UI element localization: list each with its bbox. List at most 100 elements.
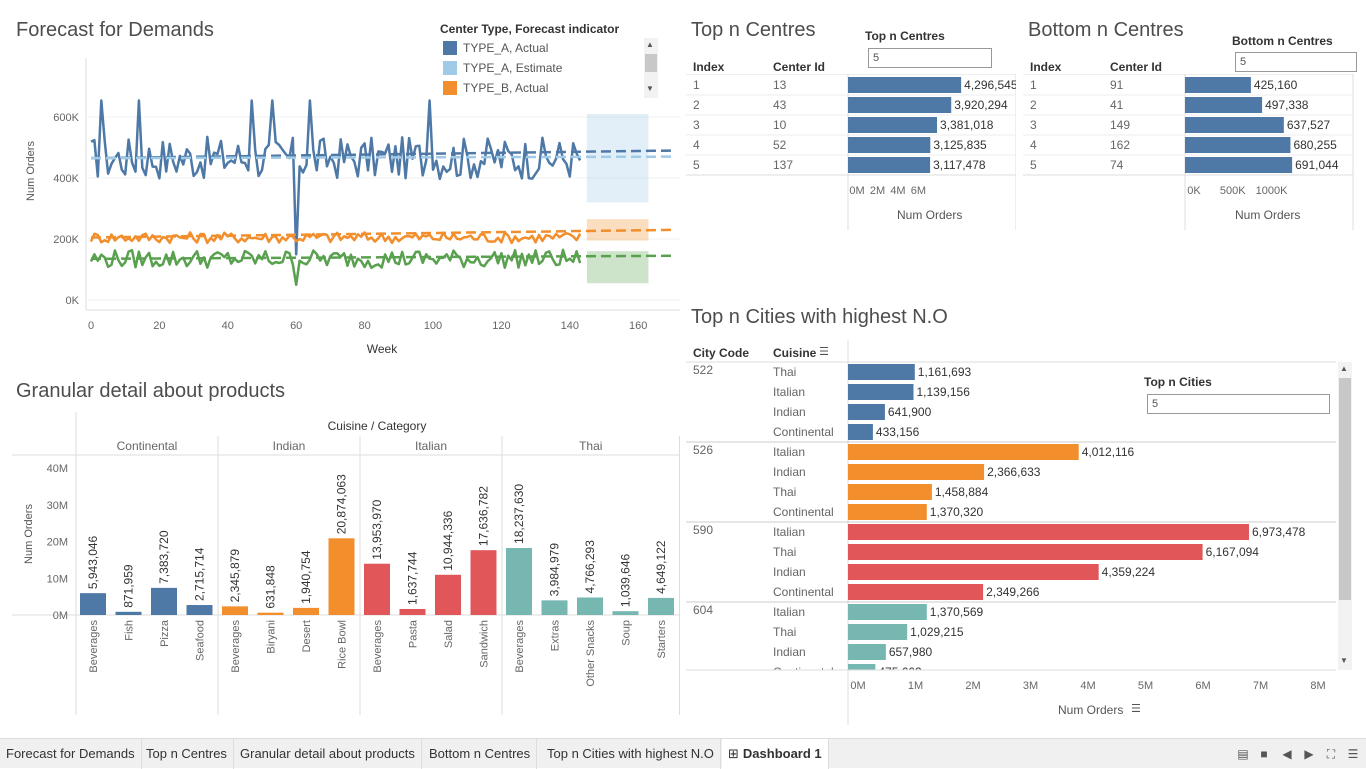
axis-tick-label: 8M <box>1310 680 1325 692</box>
tab-bottom-n-centres[interactable]: Bottom n Centres <box>423 739 538 769</box>
sort-icon[interactable]: ☰ <box>1131 702 1141 715</box>
y-tick-label: 400K <box>53 173 79 185</box>
forecast-legend-title: Center Type, Forecast indicator <box>440 22 620 36</box>
cuisine-cell: Indian <box>773 645 806 659</box>
bottom-centres-param-input[interactable]: 5 <box>1235 52 1357 72</box>
axis-tick-label: 2M <box>965 680 980 692</box>
index-cell: 3 <box>1030 118 1037 132</box>
series-line <box>90 99 582 256</box>
bar <box>470 550 497 615</box>
axis-tick-label: 0K <box>1187 185 1201 197</box>
bar <box>848 524 1249 540</box>
category-label: Pizza <box>159 619 171 647</box>
bar <box>1185 77 1251 93</box>
tab-dashboard-1[interactable]: ⊞ Dashboard 1 <box>722 739 829 769</box>
city-code-cell: 590 <box>693 523 713 537</box>
bar-value-label: 2,349,266 <box>986 585 1040 599</box>
bottom-centres-col-center: Center Id <box>1110 60 1163 74</box>
bar-value-label: 4,649,122 <box>654 540 668 594</box>
bar-value-label: 1,370,320 <box>930 505 984 519</box>
filmstrip-view-icon[interactable]: ▤ <box>1237 748 1249 760</box>
cuisine-cell: Indian <box>773 565 806 579</box>
top-centres-param-label: Top n Centres <box>865 29 945 43</box>
x-tick-label: 100 <box>424 320 442 332</box>
top-centres-title: Top n Centres <box>691 19 816 41</box>
bar <box>848 624 908 640</box>
cuisine-cell: Continental <box>773 425 834 439</box>
cuisine-cell: Thai <box>773 625 796 639</box>
fullscreen-icon[interactable]: ⛶ <box>1325 748 1337 760</box>
center-id-cell: 149 <box>1110 118 1130 132</box>
bar <box>80 593 106 615</box>
bar <box>848 97 952 113</box>
top-centres-param-input[interactable]: 5 <box>868 48 992 68</box>
dashboard-icon: ⊞ <box>728 746 739 761</box>
forecast-chart[interactable]: Num Orders 0K 200K 400K 600K 0 20 40 60 80 100 12… <box>0 40 690 370</box>
index-cell: 4 <box>693 138 700 152</box>
cuisine-cell: Indian <box>773 465 806 479</box>
city-code-cell: 604 <box>693 603 713 617</box>
axis-tick-label: 0M <box>849 185 864 197</box>
tab-top-n-centres[interactable]: Top n Centres <box>140 739 234 769</box>
bar-value-label: 680,255 <box>1293 138 1337 152</box>
cities-scrollbar[interactable]: ▲ ▼ <box>1338 362 1352 670</box>
bar-value-label: 497,338 <box>1265 98 1309 112</box>
bar-value-label: 10,944,336 <box>441 510 455 570</box>
category-label: Sandwich <box>479 620 491 668</box>
axis-tick-label: 5M <box>1138 680 1153 692</box>
bar-value-label: 1,637,744 <box>406 551 420 605</box>
y-tick-label: 10M <box>47 573 68 585</box>
tab-granular-detail[interactable]: Granular detail about products <box>234 739 422 769</box>
bar <box>848 384 914 400</box>
category-label: Seafood <box>195 620 207 661</box>
bar <box>848 564 1099 580</box>
bar-value-label: 18,237,630 <box>512 484 526 544</box>
scroll-up-icon[interactable]: ▲ <box>1340 364 1348 373</box>
bar <box>293 607 319 615</box>
tab-top-n-cities[interactable]: Top n Cities with highest N.O <box>541 739 721 769</box>
bar <box>222 606 248 615</box>
axis-tick-label: 7M <box>1253 680 1268 692</box>
index-cell: 3 <box>693 118 700 132</box>
next-sheet-icon[interactable]: ▶ <box>1303 748 1315 760</box>
bar-value-label: 1,161,693 <box>918 365 972 379</box>
scroll-down-icon[interactable]: ▼ <box>1340 656 1348 665</box>
sheet-sorter-icon[interactable]: ■ <box>1258 748 1270 760</box>
cuisine-cell: Indian <box>773 405 806 419</box>
x-tick-label: 40 <box>222 320 234 332</box>
bar <box>1185 97 1263 113</box>
index-cell: 2 <box>693 98 700 112</box>
cuisine-header: Continental <box>117 439 178 453</box>
menu-icon[interactable]: ☰ <box>1347 748 1359 760</box>
cuisine-cell: Italian <box>773 605 805 619</box>
scroll-thumb[interactable] <box>1339 378 1351 600</box>
bar-value-label: 1,139,156 <box>917 385 971 399</box>
cuisine-header: Thai <box>579 439 602 453</box>
bar-value-label: 3,117,478 <box>933 158 986 172</box>
tab-forecast-for-demands[interactable]: Forecast for Demands <box>0 739 142 769</box>
axis-tick-label: 6M <box>911 185 926 197</box>
y-axis-ticks: 0K 200K 400K 600K <box>53 112 79 307</box>
bar-value-label: 3,920,294 <box>954 98 1008 112</box>
index-cell: 2 <box>1030 98 1037 112</box>
index-cell: 5 <box>693 158 700 172</box>
prev-sheet-icon[interactable]: ◀ <box>1281 748 1293 760</box>
cities-param-input[interactable]: 5 <box>1147 394 1330 414</box>
bar-value-label: 20,874,063 <box>335 474 349 534</box>
index-cell: 1 <box>1030 78 1037 92</box>
bar <box>612 611 639 615</box>
x-tick-label: 20 <box>153 320 165 332</box>
bar <box>541 600 568 615</box>
bar <box>364 563 390 615</box>
category-label: Salad <box>443 620 455 648</box>
category-label: Beverages <box>88 620 100 673</box>
bar <box>399 608 426 615</box>
granular-y-axis-title: Num Orders <box>23 504 35 564</box>
bar-value-label: 13,953,970 <box>370 499 384 559</box>
bar-value-label: 4,359,224 <box>1102 565 1156 579</box>
bar <box>848 584 984 600</box>
cuisine-cell: Thai <box>773 545 796 559</box>
y-tick-label: 30M <box>47 500 68 512</box>
bar-value-label: 6,167,094 <box>1206 545 1260 559</box>
cuisine-cell: Italian <box>773 385 805 399</box>
